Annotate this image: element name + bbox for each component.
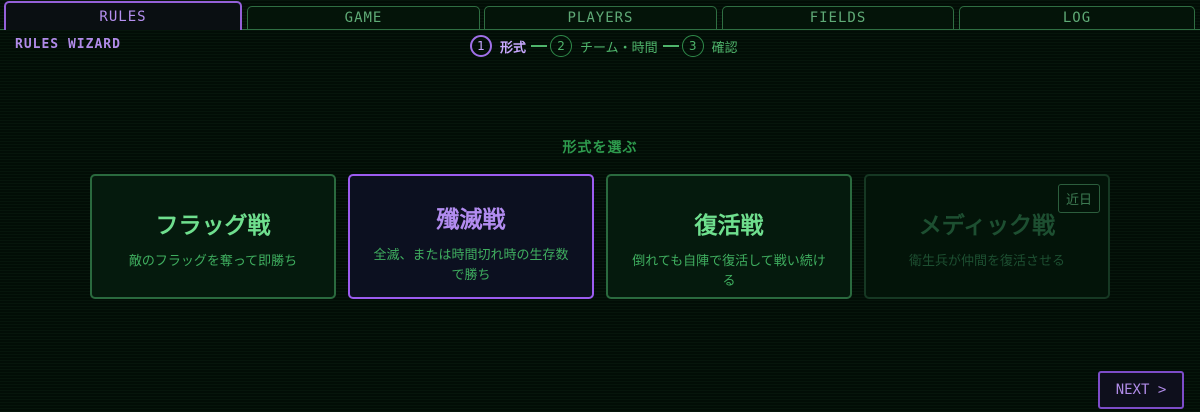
- tab-players[interactable]: PLAYERS: [484, 6, 717, 29]
- format-card-medic: 近日 メディック戦 衛生兵が仲間を復活させる: [864, 174, 1110, 299]
- format-card-annihilation[interactable]: 殲滅戦 全滅、または時間切れ時の生存数で勝ち: [348, 174, 594, 299]
- step-connector: [531, 45, 548, 47]
- card-title: 復活戦: [694, 213, 764, 239]
- card-title: フラッグ戦: [155, 213, 271, 239]
- next-button[interactable]: NEXT >: [1098, 371, 1184, 409]
- tab-game[interactable]: GAME: [247, 6, 480, 29]
- format-card-flag[interactable]: フラッグ戦 敵のフラッグを奪って即勝ち: [90, 174, 336, 299]
- step-connector: [662, 45, 679, 47]
- section-title: 形式を選ぶ: [562, 140, 638, 156]
- card-description: 衛生兵が仲間を復活させる: [908, 254, 1065, 269]
- card-description: 全滅、または時間切れ時の生存数で勝ち: [373, 248, 569, 283]
- step-1-indicator: 1: [470, 35, 492, 57]
- wizard-title: RULES WIZARD: [15, 37, 121, 52]
- card-title: 殲滅戦: [436, 207, 506, 233]
- step-2-indicator: 2: [550, 35, 573, 57]
- format-card-respawn[interactable]: 復活戦 倒れても自陣で復活して戦い続ける: [606, 174, 852, 299]
- tab-fields[interactable]: FIELDS: [722, 6, 954, 29]
- tab-rules[interactable]: RULES: [4, 1, 242, 30]
- card-description: 倒れても自陣で復活して戦い続ける: [632, 254, 826, 289]
- tab-log[interactable]: LOG: [959, 6, 1195, 29]
- wizard-stepper: 1 形式 2 チーム・時間 3 確認: [470, 35, 738, 57]
- card-description: 敵のフラッグを奪って即勝ち: [128, 254, 298, 269]
- card-title: メディック戦: [918, 213, 1056, 239]
- step-2-label: チーム・時間: [580, 40, 658, 56]
- step-1-label: 形式: [500, 40, 527, 56]
- step-3-label: 確認: [711, 40, 738, 56]
- main-tab-bar: RULES GAME PLAYERS FIELDS LOG: [0, 0, 1200, 30]
- coming-soon-badge: 近日: [1057, 184, 1100, 213]
- step-3-indicator: 3: [681, 35, 704, 57]
